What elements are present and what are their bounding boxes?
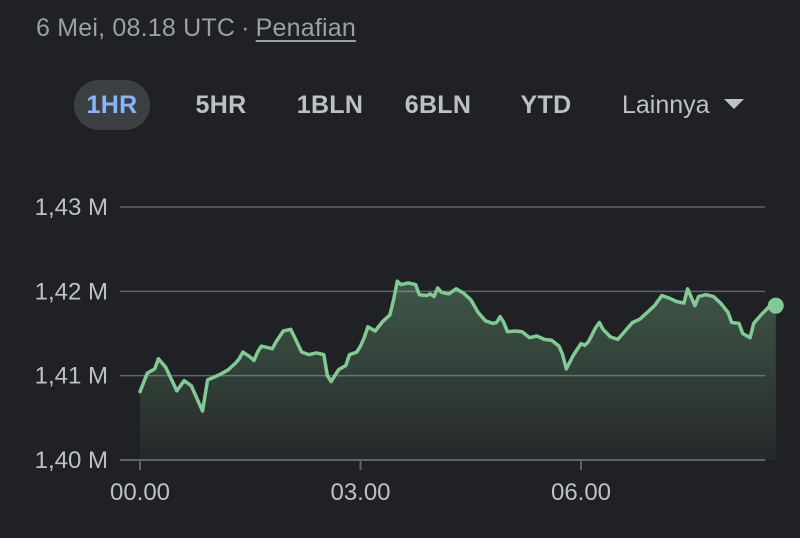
x-tick-label: 06.00 [551, 479, 611, 506]
y-tick-label: 1,41 M [35, 363, 108, 390]
y-tick-label: 1,43 M [35, 194, 108, 221]
current-price-point [767, 297, 784, 314]
y-tick-label: 1,40 M [35, 447, 108, 474]
x-tick-label: 03.00 [330, 479, 390, 506]
x-axis: 00.00 03.00 06.00 [110, 460, 611, 506]
price-chart[interactable]: 1,40 M 1,41 M 1,42 M 1,43 M 00.00 03.00 06.00 [0, 0, 800, 538]
y-tick-label: 1,42 M [35, 278, 108, 305]
finance-chart-panel: 6 Mei, 08.18 UTC · Penafian 1HR 5HR 1BLN 6… [0, 0, 800, 538]
x-tick-label: 00.00 [110, 479, 170, 506]
price-area [140, 281, 776, 460]
y-axis-labels: 1,40 M 1,41 M 1,42 M 1,43 M [35, 194, 108, 474]
